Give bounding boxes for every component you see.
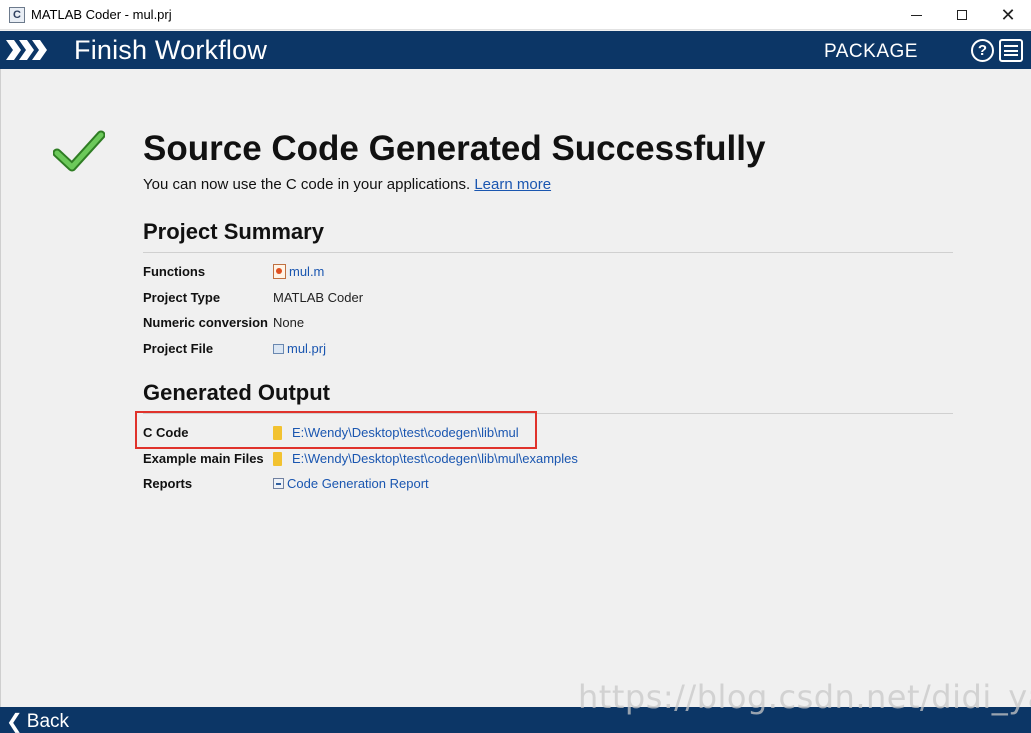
workflow-steps-icon[interactable] [6, 40, 50, 60]
row-label: Example main Files [143, 451, 264, 466]
learn-more-link[interactable]: Learn more [474, 176, 551, 193]
window-titlebar: MATLAB Coder - mul.prj ✕ [0, 0, 1031, 30]
maximize-button[interactable] [939, 0, 985, 30]
project-file-icon [273, 343, 284, 354]
row-label: Project File [143, 341, 214, 356]
functions-link[interactable]: mul.m [289, 264, 324, 279]
window-title: MATLAB Coder - mul.prj [31, 7, 172, 22]
row-label: Numeric conversion [143, 315, 268, 330]
maximize-icon [957, 10, 967, 20]
matlab-coder-icon [9, 6, 25, 23]
highlight-box [135, 411, 537, 449]
minimize-icon [910, 14, 922, 16]
folder-icon [273, 451, 282, 466]
window-controls: ✕ [893, 0, 1031, 30]
back-button[interactable]: ❮ Back [6, 709, 69, 733]
row-label: Reports [143, 476, 193, 491]
row-value[interactable]: E:\Wendy\Desktop\test\codegen\lib\mul\ex… [273, 451, 578, 466]
package-button[interactable]: PACKAGE [824, 41, 918, 63]
row-value[interactable]: Code Generation Report [273, 476, 429, 491]
watermark-text: https://blog.csdn.net/didi_ya [578, 678, 1031, 716]
matlab-file-icon [273, 264, 286, 279]
success-subtitle: You can now use the C code in your appli… [143, 176, 551, 193]
help-icon[interactable]: ? [971, 39, 994, 62]
code-generation-report-link[interactable]: Code Generation Report [287, 476, 429, 491]
row-value: None [273, 315, 305, 330]
checkmark-icon [53, 130, 105, 172]
back-label: Back [26, 710, 70, 732]
row-value: MATLAB Coder [273, 290, 364, 305]
examples-folder-link[interactable]: E:\Wendy\Desktop\test\codegen\lib\mul\ex… [292, 451, 578, 466]
chevron-left-icon: ❮ [6, 711, 23, 733]
workflow-header: Finish Workflow PACKAGE ? [0, 31, 1031, 69]
row-label: Project Type [143, 290, 221, 305]
project-summary-heading: Project Summary [143, 219, 324, 244]
report-icon [273, 478, 284, 489]
subtitle-text: You can now use the C code in your appli… [143, 176, 471, 193]
row-value[interactable]: mul.m [273, 264, 324, 279]
divider [143, 252, 953, 253]
main-content: Source Code Generated Successfully You c… [0, 69, 1031, 707]
close-icon: ✕ [1000, 5, 1016, 25]
minimize-button[interactable] [893, 0, 939, 30]
close-button[interactable]: ✕ [985, 0, 1031, 30]
menu-icon[interactable] [999, 39, 1023, 62]
row-value[interactable]: mul.prj [273, 341, 326, 356]
row-label: Functions [143, 264, 206, 279]
success-heading: Source Code Generated Successfully [143, 129, 766, 168]
generated-output-heading: Generated Output [143, 380, 331, 405]
page-title: Finish Workflow [74, 35, 268, 65]
project-file-link[interactable]: mul.prj [287, 341, 326, 356]
